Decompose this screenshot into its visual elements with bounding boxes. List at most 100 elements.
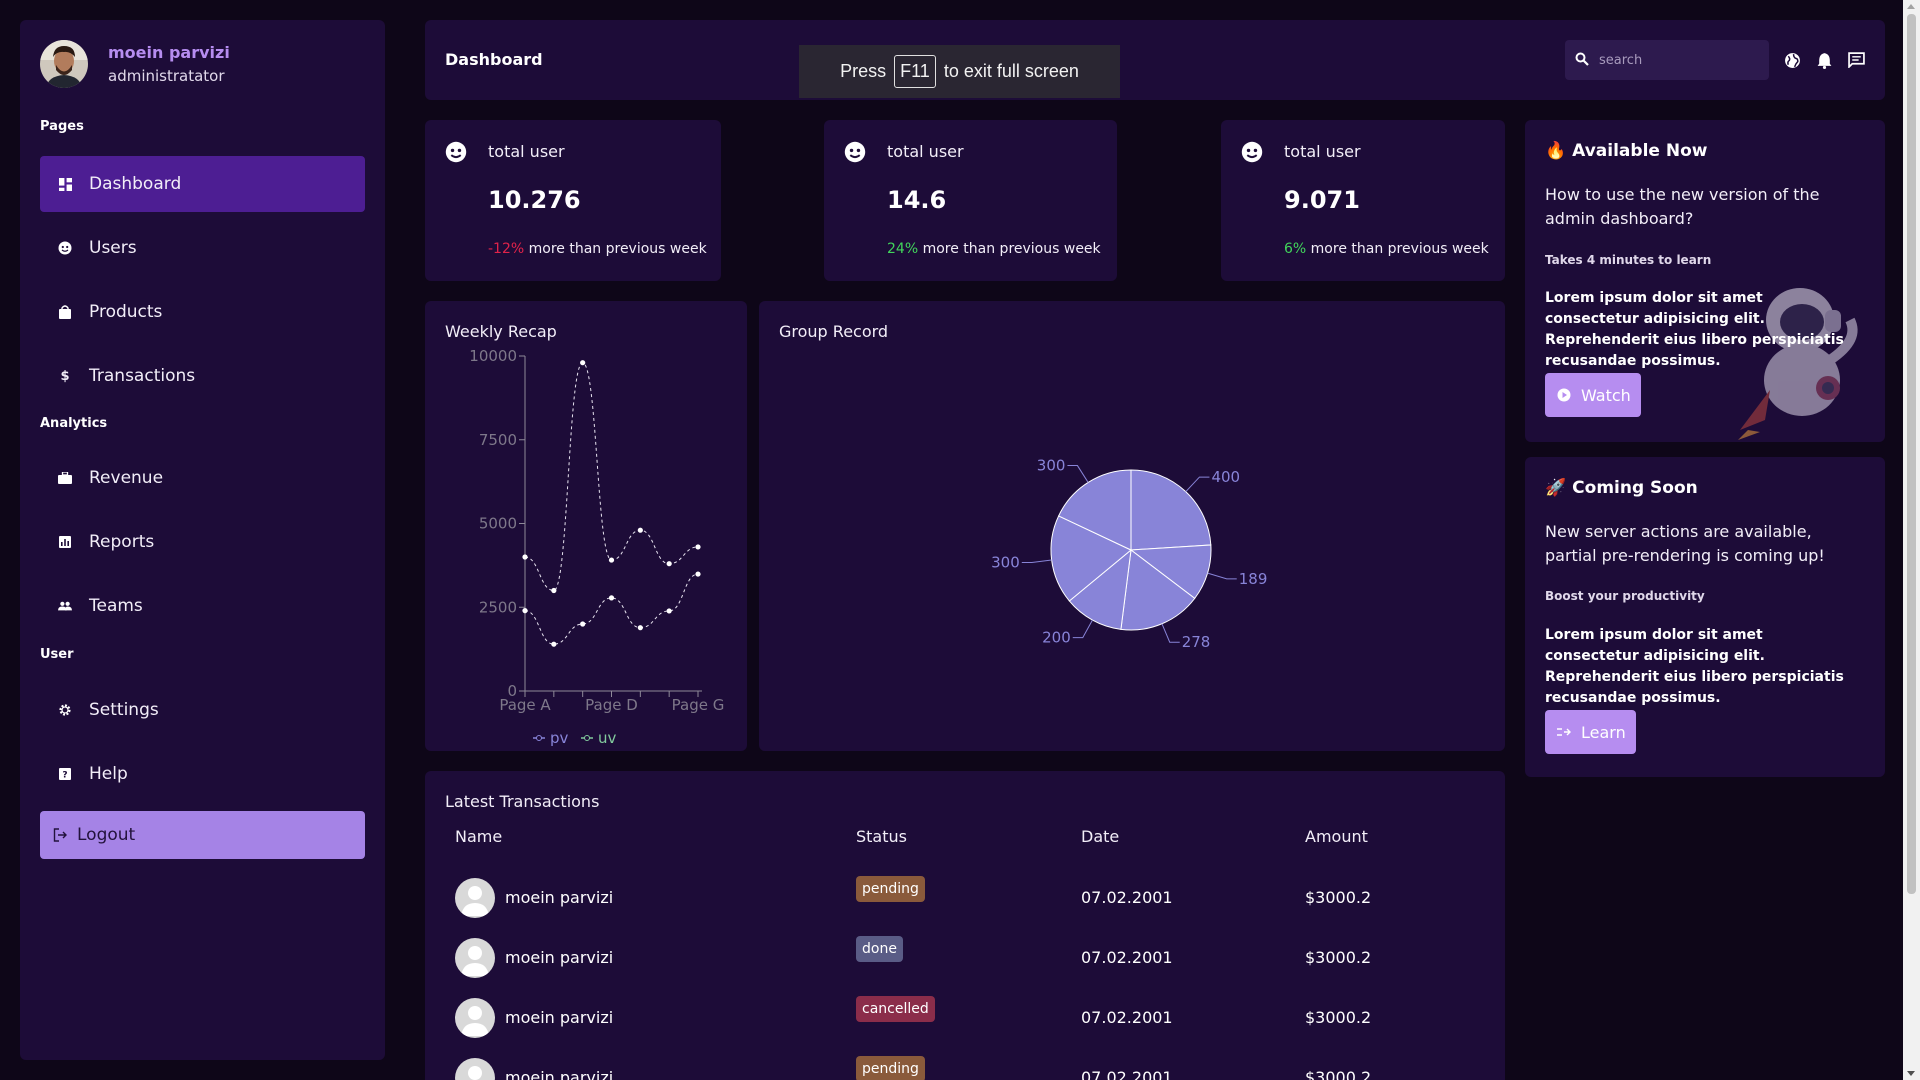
scroll-up-arrow[interactable] bbox=[1907, 4, 1915, 9]
sidebar: moein parvizi administratator Pages Dash… bbox=[20, 20, 385, 1060]
data-point-pv bbox=[666, 608, 672, 614]
data-point-uv bbox=[637, 527, 643, 533]
table-row[interactable]: moein parvizi done 07.02.2001 $3000.2 bbox=[425, 928, 1505, 988]
scroll-down-arrow[interactable] bbox=[1907, 1071, 1915, 1076]
products-icon bbox=[58, 305, 72, 319]
data-point-uv bbox=[666, 561, 672, 567]
user-smile-icon bbox=[1241, 141, 1263, 167]
stat-note-text: more than previous week bbox=[528, 241, 707, 257]
pie-label-line bbox=[1185, 476, 1210, 493]
sidebar-item-label: Revenue bbox=[89, 468, 164, 488]
sidebar-item-label: Users bbox=[89, 238, 137, 258]
logout-button[interactable]: Logout bbox=[40, 811, 365, 859]
status-badge: pending bbox=[856, 1056, 925, 1080]
row-date: 07.02.2001 bbox=[1081, 1068, 1173, 1080]
sidebar-item-reports[interactable]: Reports bbox=[40, 514, 365, 570]
sidebar-item-help[interactable]: ? Help bbox=[40, 746, 365, 802]
data-point-uv bbox=[522, 554, 528, 560]
avatar bbox=[455, 1058, 495, 1080]
learn-label: Learn bbox=[1581, 722, 1626, 742]
pie-label-line bbox=[1161, 623, 1180, 643]
card-body: Lorem ipsum dolor sit amet consectetur a… bbox=[1545, 290, 1844, 369]
top-header: Dashboard bbox=[425, 20, 1885, 100]
data-point-pv bbox=[522, 608, 528, 614]
pie-slice bbox=[1130, 469, 1212, 551]
user-name: moein parvizi bbox=[108, 43, 230, 62]
reports-icon bbox=[58, 535, 72, 549]
legend-label-pv: pv bbox=[550, 729, 569, 747]
y-tick-label: 2500 bbox=[479, 598, 517, 616]
sidebar-item-teams[interactable]: Teams bbox=[40, 578, 365, 634]
search-input[interactable] bbox=[1599, 52, 1759, 68]
scrollbar-thumb[interactable] bbox=[1907, 14, 1916, 894]
help-icon: ? bbox=[58, 767, 72, 781]
stat-change: 24% bbox=[887, 241, 919, 257]
globe-icon[interactable] bbox=[1782, 50, 1802, 70]
learn-button[interactable]: Learn bbox=[1545, 710, 1636, 754]
pie-label: 300 bbox=[1037, 457, 1066, 475]
legend-marker-uv bbox=[584, 735, 590, 741]
sidebar-item-dashboard[interactable]: Dashboard bbox=[40, 156, 365, 212]
status-badge: pending bbox=[856, 876, 925, 902]
y-tick-label: 7500 bbox=[479, 431, 517, 449]
user-profile: moein parvizi administratator bbox=[40, 40, 230, 88]
data-point-uv bbox=[695, 544, 701, 550]
stat-note-text: more than previous week bbox=[922, 241, 1101, 257]
user-role: administratator bbox=[108, 67, 225, 85]
series-line-uv bbox=[524, 362, 699, 592]
data-point-pv bbox=[551, 641, 557, 647]
card-subtitle: New server actions are available, partia… bbox=[1545, 522, 1825, 565]
sidebar-item-settings[interactable]: Settings bbox=[40, 682, 365, 738]
column-header: Name bbox=[455, 827, 503, 846]
pie-label-line bbox=[1072, 619, 1093, 639]
status-badge: done bbox=[856, 936, 903, 962]
stat-value: 14.6 bbox=[887, 186, 947, 214]
stat-label: total user bbox=[1284, 142, 1361, 161]
fire-icon: 🔥 bbox=[1545, 141, 1567, 161]
x-tick-label: Page G bbox=[672, 696, 725, 714]
bell-icon[interactable] bbox=[1814, 50, 1834, 70]
search-icon bbox=[1575, 51, 1589, 70]
users-icon bbox=[58, 241, 72, 255]
page-scrollbar[interactable] bbox=[1903, 0, 1920, 1080]
rocket-icon: 🚀 bbox=[1545, 478, 1567, 498]
toast-suffix: to exit full screen bbox=[943, 61, 1079, 81]
row-name: moein parvizi bbox=[505, 888, 614, 907]
sidebar-item-label: Settings bbox=[89, 700, 159, 720]
sidebar-item-products[interactable]: Products bbox=[40, 284, 365, 340]
sidebar-item-transactions[interactable]: $ Transactions bbox=[40, 348, 365, 404]
section-title-pages: Pages bbox=[40, 119, 84, 134]
section-title-analytics: Analytics bbox=[40, 416, 108, 431]
dollar-icon: $ bbox=[60, 368, 70, 384]
play-icon bbox=[1557, 388, 1571, 402]
row-name: moein parvizi bbox=[505, 1008, 614, 1027]
table-row[interactable]: moein parvizi pending 07.02.2001 $3000.2 bbox=[425, 868, 1505, 928]
stat-card: total user 14.6 24% more than previous w… bbox=[824, 120, 1117, 281]
column-header: Amount bbox=[1305, 827, 1368, 846]
column-header: Date bbox=[1081, 827, 1120, 846]
data-point-uv bbox=[608, 557, 615, 563]
table-row[interactable]: moein parvizi cancelled 07.02.2001 $3000… bbox=[425, 988, 1505, 1048]
svg-text:?: ? bbox=[62, 771, 67, 781]
search-box[interactable] bbox=[1565, 40, 1769, 80]
stat-card: total user 10.276 -12% more than previou… bbox=[425, 120, 721, 281]
user-avatar bbox=[40, 40, 88, 88]
sidebar-item-label: Reports bbox=[89, 532, 155, 552]
table-row[interactable]: moein parvizi pending 07.02.2001 $3000.2 bbox=[425, 1048, 1505, 1080]
user-smile-icon bbox=[445, 141, 467, 167]
logout-icon bbox=[53, 828, 67, 842]
teams-icon bbox=[58, 599, 72, 613]
sidebar-item-label: Teams bbox=[89, 596, 143, 616]
coming-soon-card: 🚀 Coming Soon New server actions are avai… bbox=[1525, 457, 1885, 777]
briefcase-icon bbox=[58, 471, 72, 485]
watch-button[interactable]: Watch bbox=[1545, 373, 1641, 417]
sidebar-item-revenue[interactable]: Revenue bbox=[40, 450, 365, 506]
row-name: moein parvizi bbox=[505, 1068, 614, 1080]
weekly-line-chart: 025005000750010000Page A Page D Page Gpv uv bbox=[469, 347, 725, 747]
chat-icon[interactable] bbox=[1846, 50, 1866, 70]
stat-note: -12% more than previous week bbox=[488, 241, 707, 257]
row-date: 07.02.2001 bbox=[1081, 948, 1173, 967]
sidebar-item-users[interactable]: Users bbox=[40, 220, 365, 276]
toast-key: F11 bbox=[894, 55, 936, 88]
card-note: Boost your productivity bbox=[1545, 589, 1705, 603]
